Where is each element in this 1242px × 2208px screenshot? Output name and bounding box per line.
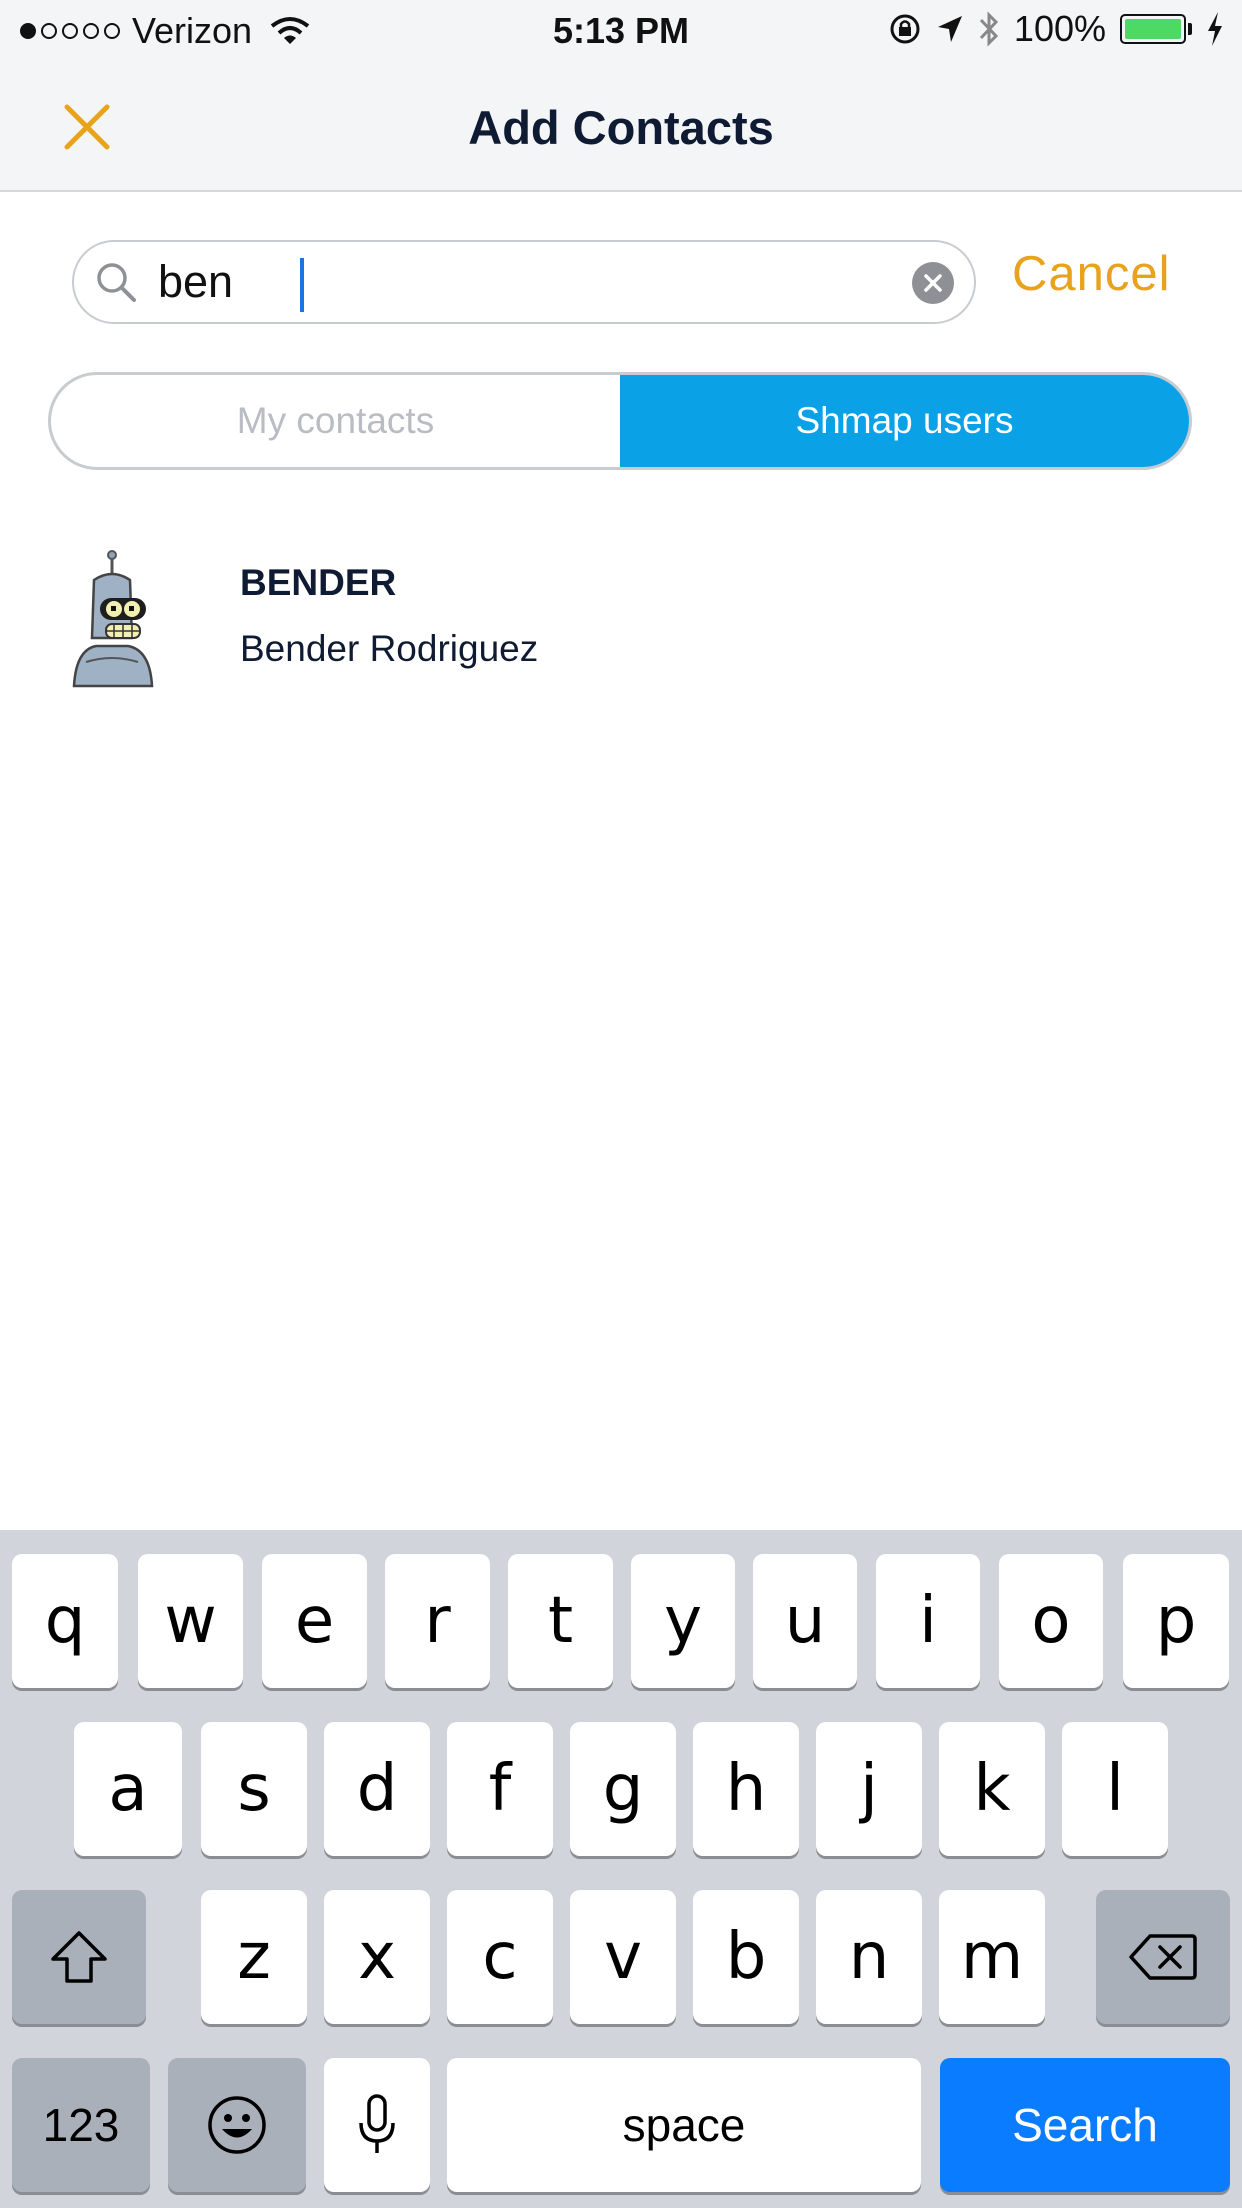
key-t[interactable]: t	[508, 1554, 613, 1688]
search-input[interactable]	[158, 252, 878, 312]
key-f[interactable]: f	[447, 1722, 553, 1856]
cancel-button[interactable]: Cancel	[1012, 246, 1171, 302]
text-cursor	[300, 258, 304, 312]
key-x[interactable]: x	[324, 1890, 430, 2024]
key-y[interactable]: y	[631, 1554, 735, 1688]
dictation-key[interactable]	[324, 2058, 430, 2192]
contacts-segmented-control: My contacts Shmap users	[48, 372, 1192, 470]
key-l[interactable]: l	[1062, 1722, 1168, 1856]
nav-bar: Add Contacts	[0, 62, 1242, 192]
battery-icon	[1120, 14, 1192, 44]
key-e[interactable]: e	[262, 1554, 367, 1688]
key-o[interactable]: o	[999, 1554, 1103, 1688]
charging-bolt-icon	[1208, 12, 1222, 46]
delete-key[interactable]	[1096, 1890, 1230, 2024]
key-p[interactable]: p	[1123, 1554, 1229, 1688]
status-right: 100%	[888, 8, 1224, 50]
orientation-lock-icon	[890, 14, 920, 44]
tab-my-contacts[interactable]: My contacts	[51, 375, 620, 467]
result-full-name: Bender Rodriguez	[240, 628, 539, 669]
key-d[interactable]: d	[324, 1722, 430, 1856]
search-field[interactable]	[72, 240, 976, 324]
key-a[interactable]: a	[74, 1722, 182, 1856]
tab-shmap-users[interactable]: Shmap users	[620, 375, 1189, 467]
search-icon	[97, 263, 136, 302]
microphone-icon	[359, 2094, 395, 2153]
key-z[interactable]: z	[201, 1890, 307, 2024]
key-q[interactable]: q	[12, 1554, 118, 1688]
bluetooth-icon	[979, 11, 999, 47]
key-c[interactable]: c	[447, 1890, 553, 2024]
page-title: Add Contacts	[468, 101, 774, 154]
result-username: BENDER	[240, 562, 397, 603]
key-s[interactable]: s	[201, 1722, 307, 1856]
key-r[interactable]: r	[385, 1554, 490, 1688]
keyboard: q w e r t y u i o p a s d f g h j k l z …	[0, 1530, 1242, 2208]
avatar	[72, 550, 154, 688]
key-h[interactable]: h	[693, 1722, 799, 1856]
battery-percent: 100%	[1013, 8, 1106, 49]
search-key[interactable]: Search	[940, 2058, 1230, 2192]
key-i[interactable]: i	[876, 1554, 980, 1688]
key-n[interactable]: n	[816, 1890, 922, 2024]
status-bar: Verizon 5:13 PM 100%	[0, 0, 1242, 62]
key-b[interactable]: b	[693, 1890, 799, 2024]
list-item[interactable]: BENDER Bender Rodriguez	[0, 540, 1242, 700]
key-m[interactable]: m	[939, 1890, 1045, 2024]
location-arrow-icon	[937, 16, 962, 42]
shift-arrow-icon	[51, 1931, 107, 1983]
numbers-key[interactable]: 123	[12, 2058, 150, 2192]
shift-key[interactable]	[12, 1890, 146, 2024]
emoji-face-icon	[208, 2096, 266, 2154]
key-k[interactable]: k	[939, 1722, 1045, 1856]
key-u[interactable]: u	[753, 1554, 857, 1688]
key-g[interactable]: g	[570, 1722, 676, 1856]
key-v[interactable]: v	[570, 1890, 676, 2024]
emoji-key[interactable]	[168, 2058, 306, 2192]
key-w[interactable]: w	[138, 1554, 243, 1688]
space-key[interactable]: space	[447, 2058, 921, 2192]
backspace-icon	[1129, 1934, 1197, 1980]
clear-search-button[interactable]	[912, 262, 954, 304]
clear-x-icon	[924, 274, 942, 292]
key-j[interactable]: j	[816, 1722, 922, 1856]
